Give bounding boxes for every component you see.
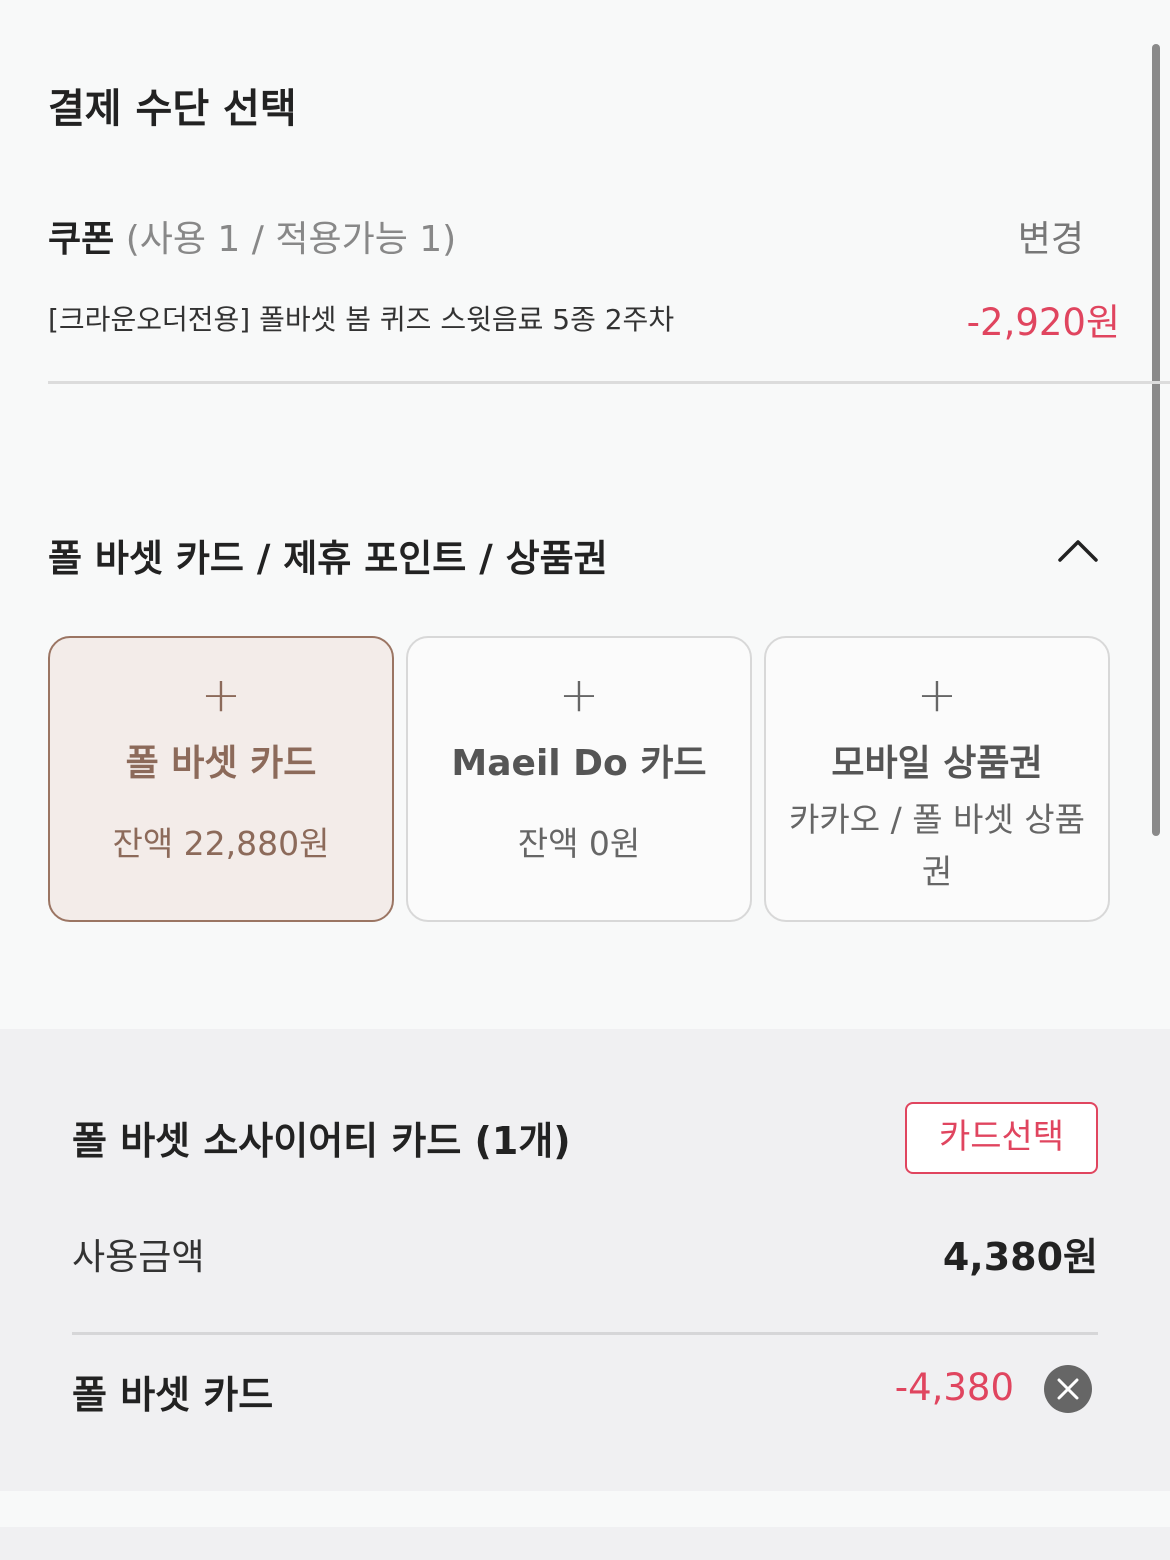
scrollbar[interactable] (1152, 44, 1160, 836)
payment-page: 결제 수단 선택 쿠폰 (사용 1 / 적용가능 1) 변경 [크라운오더전용]… (0, 0, 1170, 1560)
coupon-discount: -2,920원 (966, 301, 1120, 344)
applied-card-label: 폴 바셋 카드 (72, 1373, 274, 1417)
coupon-row: 쿠폰 (사용 1 / 적용가능 1) 변경 (48, 210, 1108, 260)
option-name: 모바일 상품권 (831, 743, 1043, 784)
applied-card-amount: -4,380 (894, 1366, 1014, 1409)
coupon-change-button[interactable]: 변경 (1018, 210, 1084, 262)
coupon-name: [크라운오더전용] 폴바셋 봄 퀴즈 스윗음료 5종 2주차 (48, 303, 675, 336)
option-balance: 잔액 0원 (517, 824, 641, 863)
plus-icon: + (916, 667, 958, 723)
option-paulbassett-card[interactable]: + 폴 바셋 카드 잔액 22,880원 (48, 636, 394, 922)
option-name: 폴 바셋 카드 (125, 743, 317, 784)
society-card-title: 폴 바셋 소사이어티 카드 (1개) (72, 1119, 571, 1163)
use-amount-value: 4,380원 (942, 1235, 1098, 1279)
page-title: 결제 수단 선택 (48, 86, 297, 132)
coupon-detail: [크라운오더전용] 폴바셋 봄 퀴즈 스윗음료 5종 2주차 -2,920원 (48, 292, 1120, 344)
coupon-count: (사용 1 / 적용가능 1) (114, 219, 457, 260)
option-balance: 잔액 22,880원 (112, 824, 330, 863)
coupon-title: 쿠폰 (사용 1 / 적용가능 1) (48, 210, 456, 262)
payment-methods-title: 폴 바셋 카드 / 제휴 포인트 / 상품권 (48, 537, 608, 580)
bottom-divider-strip (0, 1527, 1170, 1560)
remove-card-button[interactable] (1044, 1365, 1092, 1413)
option-maeil-do-card[interactable]: + Maeil Do 카드 잔액 0원 (406, 636, 752, 922)
chevron-up-icon[interactable] (1058, 536, 1098, 564)
coupon-label: 쿠폰 (48, 219, 115, 260)
plus-icon: + (558, 667, 600, 723)
payment-methods-header[interactable]: 폴 바셋 카드 / 제휴 포인트 / 상품권 (48, 528, 1110, 580)
card-select-button[interactable]: 카드선택 (905, 1102, 1098, 1174)
close-icon (1057, 1378, 1079, 1400)
divider (72, 1332, 1098, 1335)
option-name: Maeil Do 카드 (451, 743, 707, 784)
plus-icon: + (200, 667, 242, 723)
option-mobile-giftcard[interactable]: + 모바일 상품권 카카오 / 폴 바셋 상품권 (764, 636, 1110, 922)
option-description: 카카오 / 폴 바셋 상품권 (789, 800, 1085, 891)
use-amount-label: 사용금액 (72, 1237, 205, 1278)
divider (48, 381, 1170, 384)
